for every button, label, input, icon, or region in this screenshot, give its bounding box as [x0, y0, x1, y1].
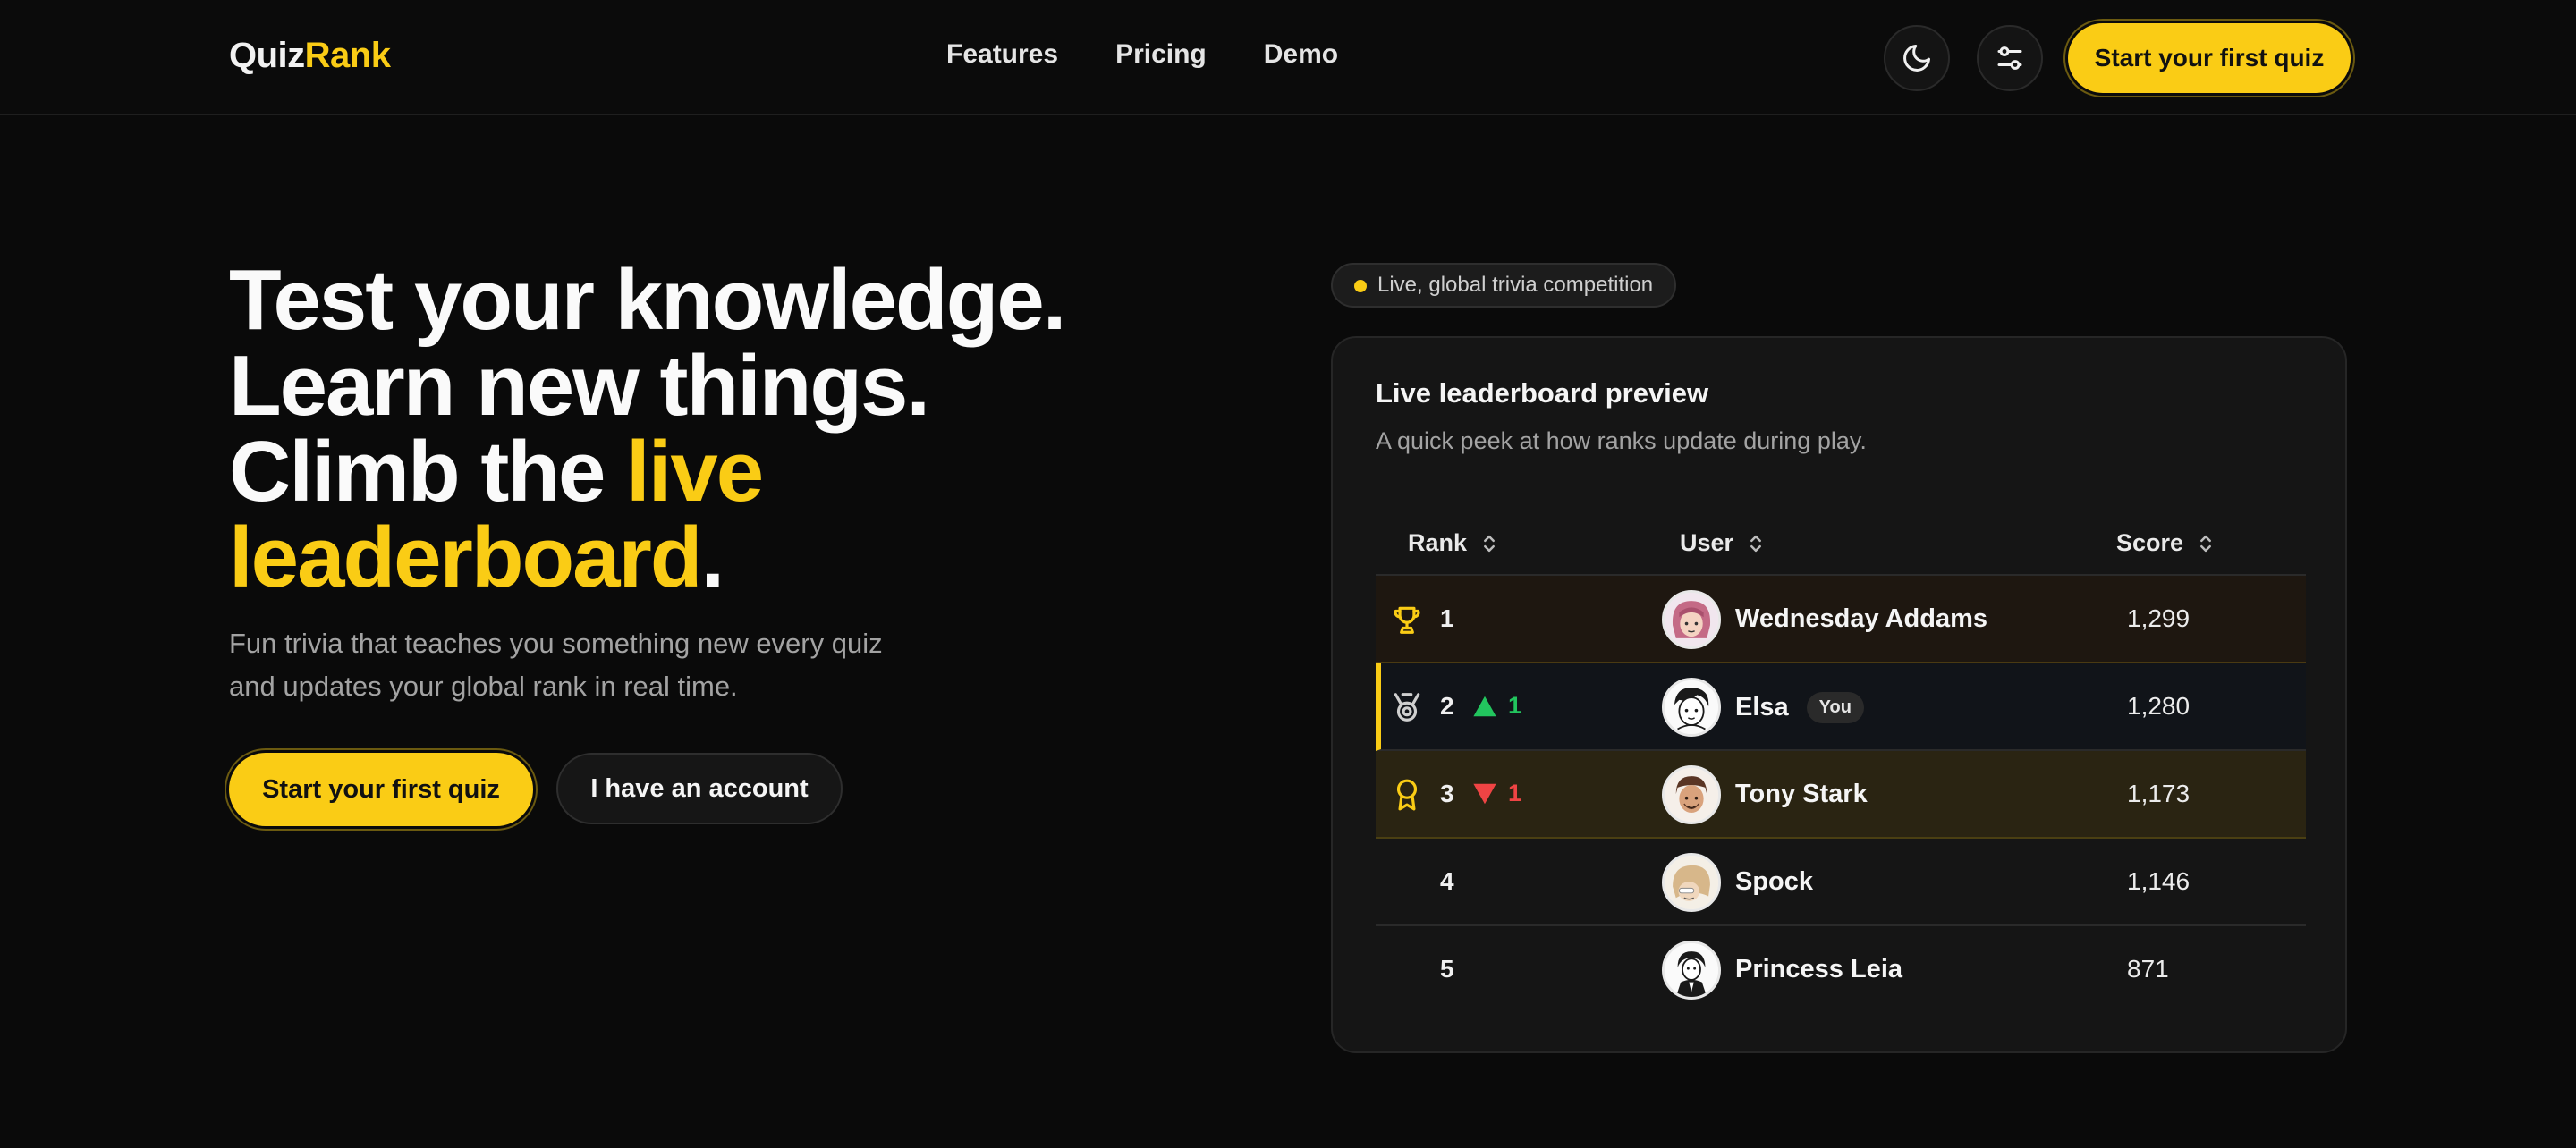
- table-row[interactable]: 5 Princess Leia 871: [1376, 926, 2306, 1014]
- hero-title: Test your knowledge. Learn new things. C…: [229, 257, 1249, 601]
- rank-change-value: 1: [1508, 780, 1522, 806]
- table-row[interactable]: 1 Wednesday Addams 1,299: [1376, 576, 2306, 663]
- user-name: Spock: [1735, 867, 1813, 897]
- leaderboard-subtitle: A quick peek at how ranks update during …: [1376, 427, 1867, 454]
- user-name-text: Spock: [1735, 867, 1814, 896]
- avatar: [1662, 941, 1721, 1000]
- settings-button[interactable]: [1977, 25, 2043, 91]
- user-name: Princess Leia: [1735, 955, 1902, 984]
- score-value: 871: [2127, 955, 2169, 983]
- live-badge: Live, global trivia competition: [1331, 263, 1677, 308]
- score-value: 1,146: [2127, 867, 2190, 895]
- main-nav: Features Pricing Demo: [946, 39, 1338, 70]
- rank-change-up: 1: [1472, 692, 1521, 720]
- table-row[interactable]: 4 Spock 1,146: [1376, 839, 2306, 926]
- arrow-down-icon: [1473, 783, 1496, 804]
- hero-line-1: Test your knowledge.: [229, 252, 1066, 348]
- avatar: [1662, 765, 1721, 824]
- score-value: 1,173: [2127, 780, 2190, 807]
- have-account-button[interactable]: I have an account: [556, 753, 843, 824]
- hero-line-3: Climb the live: [229, 429, 1249, 515]
- bronze-award-icon: [1396, 779, 1418, 811]
- rank-value: 5: [1440, 955, 1454, 983]
- rank-value: 1: [1440, 604, 1454, 632]
- hero-subtitle: Fun trivia that teaches you something ne…: [229, 628, 883, 702]
- column-user-label: User: [1680, 529, 1734, 556]
- table-row-current-user[interactable]: 2 1 Elsa You 1,280: [1376, 663, 2306, 751]
- user-name-text: Princess Leia: [1735, 955, 1902, 983]
- moon-icon: [1903, 45, 1930, 72]
- arrow-up-icon: [1473, 696, 1496, 716]
- sort-icon: [1484, 535, 1496, 552]
- column-score[interactable]: Score: [2116, 529, 2214, 557]
- avatar: [1662, 853, 1721, 912]
- sort-icon: [1750, 535, 1762, 552]
- hero-line-4-suffix: .: [700, 510, 725, 605]
- theme-toggle-button[interactable]: [1884, 25, 1950, 91]
- nav-demo[interactable]: Demo: [1264, 39, 1338, 70]
- column-score-label: Score: [2116, 529, 2184, 556]
- user-name-text: Tony Stark: [1735, 780, 1868, 808]
- rank-value: 2: [1440, 692, 1454, 720]
- column-rank[interactable]: Rank: [1408, 529, 1497, 557]
- leaderboard-table: Rank User Score 1 Wednesday Addams 1,299…: [1376, 513, 2306, 1014]
- start-quiz-header-button[interactable]: Start your first quiz: [2068, 23, 2351, 93]
- you-badge: You: [1806, 692, 1864, 723]
- trophy-icon: [1394, 606, 1420, 634]
- live-dot-icon: [1354, 280, 1367, 292]
- nav-features[interactable]: Features: [946, 39, 1058, 70]
- live-badge-label: Live, global trivia competition: [1377, 273, 1654, 297]
- score-value: 1,280: [2127, 692, 2190, 720]
- sliders-icon: [1997, 46, 2022, 70]
- site-header: QuizRank Features Pricing Demo Start you…: [0, 0, 2576, 115]
- hero-line-3-prefix: Climb the: [229, 424, 627, 519]
- user-name-text: Wednesday Addams: [1735, 604, 1988, 633]
- nav-pricing[interactable]: Pricing: [1115, 39, 1207, 70]
- rank-value: 3: [1440, 780, 1454, 807]
- hero-line-4: leaderboard.: [229, 515, 1249, 601]
- logo-text-rank: Rank: [304, 36, 391, 75]
- column-user[interactable]: User: [1680, 529, 1764, 557]
- avatar: [1662, 678, 1721, 737]
- sort-icon: [2200, 535, 2212, 552]
- logo[interactable]: QuizRank: [229, 36, 391, 76]
- table-header: Rank User Score: [1376, 513, 2306, 576]
- start-quiz-button[interactable]: Start your first quiz: [229, 753, 533, 826]
- silver-medal-icon: [1394, 693, 1420, 722]
- user-name: Tony Stark: [1735, 780, 1868, 809]
- hero-line-2: Learn new things.: [229, 338, 930, 434]
- avatar: [1662, 590, 1721, 649]
- rank-value: 4: [1440, 867, 1454, 895]
- hero-line-4-accent: leaderboard: [229, 510, 703, 605]
- hero-line-3-accent: live: [626, 424, 764, 519]
- user-name: Wednesday Addams: [1735, 604, 1987, 634]
- user-name: Elsa You: [1735, 692, 1864, 723]
- column-rank-label: Rank: [1408, 529, 1468, 556]
- rank-change-down: 1: [1472, 780, 1521, 807]
- leaderboard-title: Live leaderboard preview: [1376, 377, 1709, 409]
- user-name-text: Elsa: [1735, 693, 1789, 722]
- score-value: 1,299: [2127, 604, 2190, 632]
- logo-text-quiz: Quiz: [229, 36, 305, 75]
- leaderboard-card: Live leaderboard preview A quick peek at…: [1331, 336, 2347, 1053]
- table-row[interactable]: 3 1 Tony Stark 1,173: [1376, 751, 2306, 839]
- rank-change-value: 1: [1508, 692, 1522, 719]
